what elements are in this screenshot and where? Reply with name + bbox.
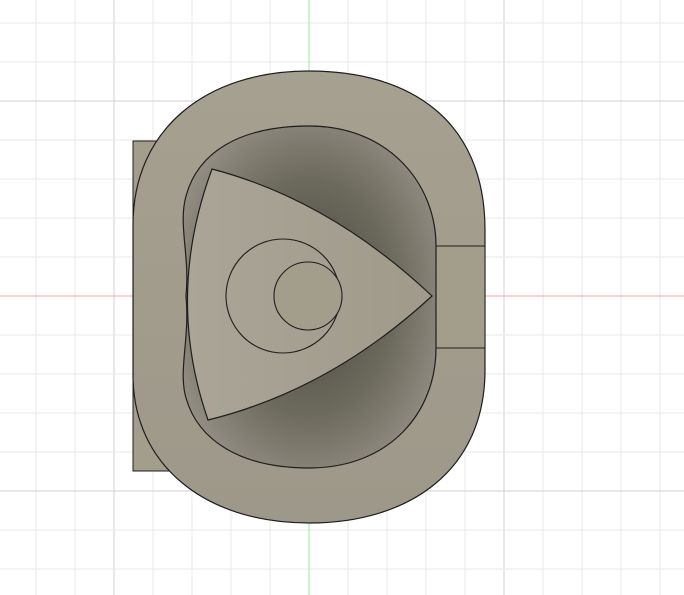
cad-viewport[interactable] <box>0 0 684 595</box>
eccentric-shaft[interactable] <box>273 261 343 331</box>
exhaust-port[interactable] <box>435 245 486 349</box>
viewport-canvas[interactable] <box>0 0 684 595</box>
